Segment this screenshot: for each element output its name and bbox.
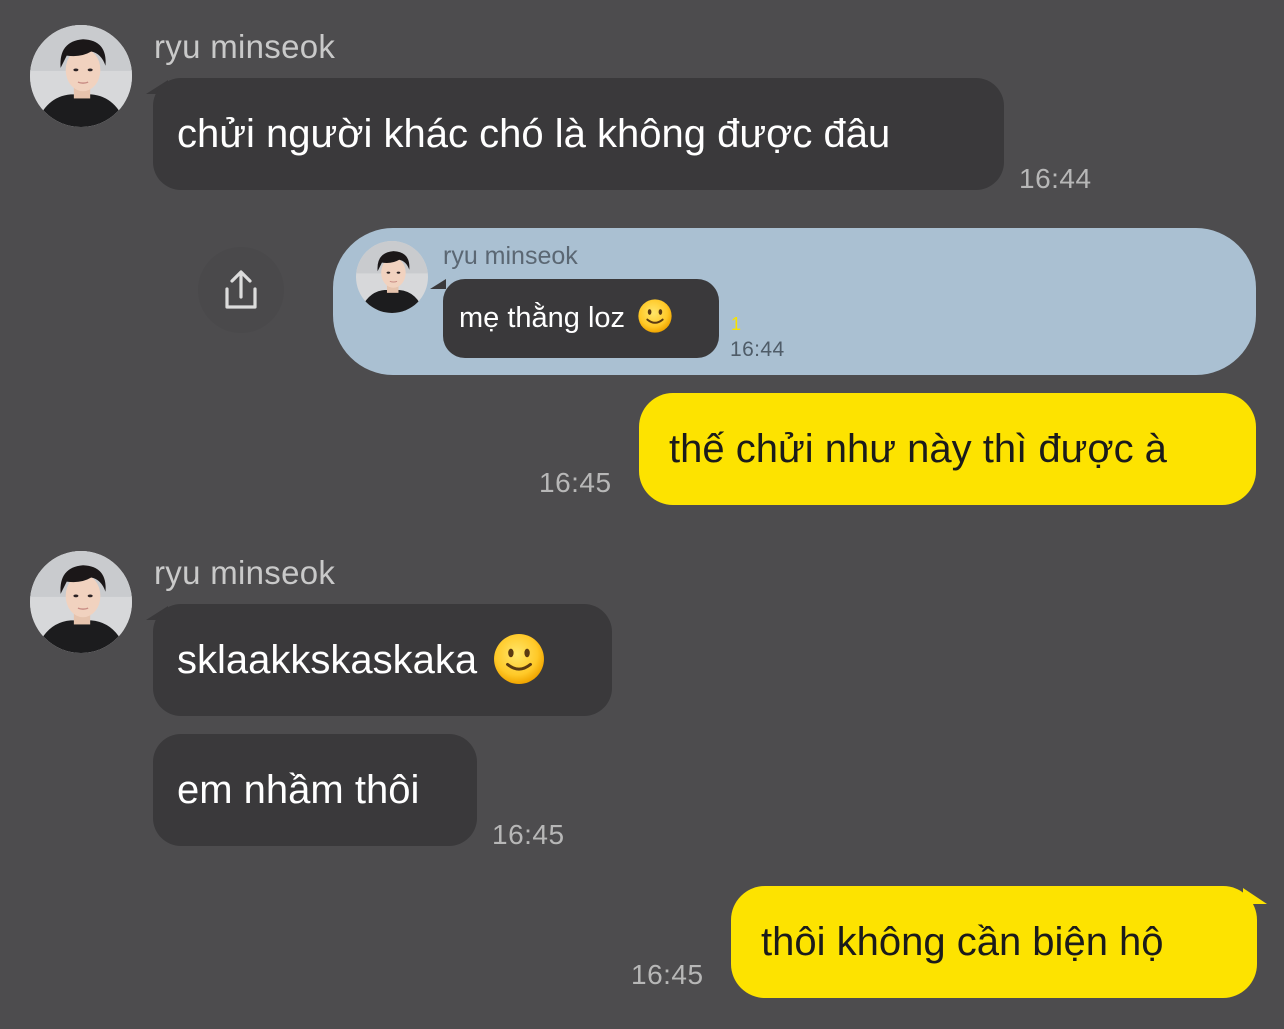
message-text: thế chửi như này thì được à (669, 427, 1167, 471)
message-text: chửi người khác chó là không được đâu (177, 112, 891, 156)
message-bubble: mẹ thằng loz (443, 279, 719, 358)
message-text: em nhầm thôi (177, 768, 420, 812)
message-time: 16:45 (492, 819, 565, 850)
forwarded-message-card[interactable]: ryu minseok mẹ thằng loz 1 16:44 (333, 228, 1256, 375)
bubble-tail (430, 279, 446, 289)
message-text: thôi không cần biện hộ (761, 920, 1164, 964)
slightly-smiling-face-icon (492, 632, 546, 686)
sender-name: ryu minseok (154, 554, 336, 591)
message-time: 16:45 (539, 467, 612, 498)
message-time: 16:44 (730, 338, 785, 361)
slightly-smiling-face-icon (637, 298, 673, 334)
sender-name: ryu minseok (443, 242, 578, 270)
message-bubble[interactable]: sklaakkskaskaka (153, 604, 612, 716)
message-text: mẹ thằng loz (459, 302, 626, 334)
message-time: 16:44 (1019, 163, 1092, 194)
message-time: 16:45 (631, 959, 704, 990)
message-bubble[interactable]: em nhầm thôi (153, 734, 477, 846)
share-icon (225, 270, 257, 309)
avatar[interactable] (30, 25, 132, 127)
avatar[interactable] (30, 551, 132, 653)
share-button[interactable] (198, 247, 284, 333)
message-bubble[interactable]: thế chửi như này thì được à (639, 393, 1256, 505)
message-bubble[interactable]: thôi không cần biện hộ (731, 886, 1257, 998)
message-bubble[interactable]: chửi người khác chó là không được đâu (153, 78, 1004, 190)
avatar (356, 241, 428, 313)
sender-name: ryu minseok (154, 28, 336, 65)
unread-count: 1 (731, 314, 742, 334)
message-text: sklaakkskaskaka (177, 638, 478, 682)
